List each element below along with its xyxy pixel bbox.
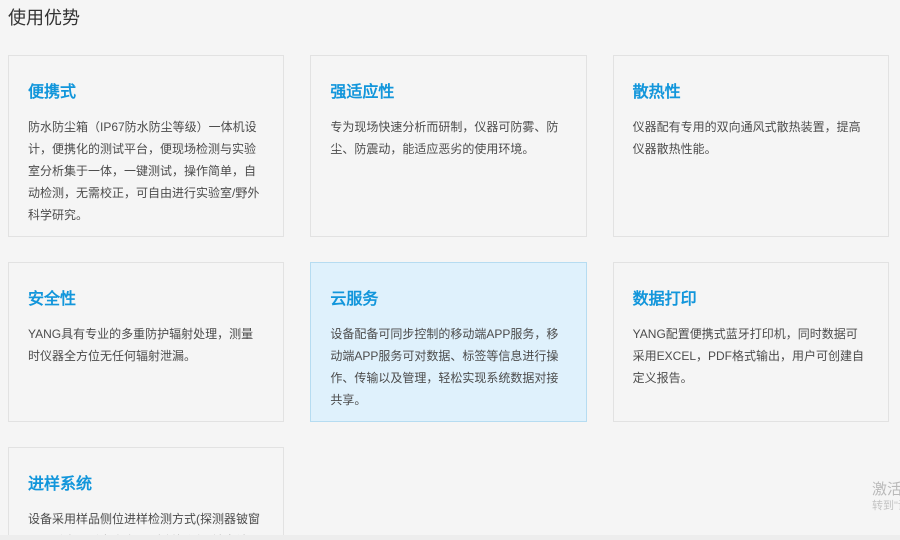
advantage-card-body: YANG具有专业的多重防护辐射处理，测量时仪器全方位无任何辐射泄漏。 (28, 323, 264, 367)
advantage-card[interactable]: 安全性 YANG具有专业的多重防护辐射处理，测量时仪器全方位无任何辐射泄漏。 (8, 262, 284, 422)
advantage-card-body: 设备配备可同步控制的移动端APP服务，移动端APP服务可对数据、标签等信息进行操… (330, 323, 566, 411)
advantage-card[interactable]: 进样系统 设备采用样品侧位进样检测方式(探测器铍窗平面垂直于重力方向)，降低探测… (8, 447, 284, 540)
footer-divider (0, 535, 900, 540)
advantage-card-body: 仪器配有专用的双向通风式散热装置，提高仪器散热性能。 (633, 116, 869, 160)
advantage-card-title: 云服务 (330, 291, 566, 308)
section-title: 使用优势 (8, 6, 889, 30)
advantage-card[interactable]: 散热性 仪器配有专用的双向通风式散热装置，提高仪器散热性能。 (613, 55, 889, 237)
advantage-card-title: 散热性 (633, 84, 869, 101)
advantage-card[interactable]: 云服务 设备配备可同步控制的移动端APP服务，移动端APP服务可对数据、标签等信… (310, 262, 586, 422)
advantage-card[interactable]: 数据打印 YANG配置便携式蓝牙打印机，同时数据可采用EXCEL，PDF格式输出… (613, 262, 889, 422)
advantage-card-title: 便携式 (28, 84, 264, 101)
advantage-card-title: 进样系统 (28, 476, 264, 493)
advantages-grid: 便携式 防水防尘箱（IP67防水防尘等级）一体机设计，便携化的测试平台，便现场检… (8, 55, 889, 540)
advantage-card[interactable]: 便携式 防水防尘箱（IP67防水防尘等级）一体机设计，便携化的测试平台，便现场检… (8, 55, 284, 237)
advantage-card-body: YANG配置便携式蓝牙打印机，同时数据可采用EXCEL，PDF格式输出，用户可创… (633, 323, 869, 389)
advantage-card-title: 安全性 (28, 291, 264, 308)
advantage-card-body: 专为现场快速分析而研制，仪器可防雾、防尘、防震动，能适应恶劣的使用环境。 (330, 116, 566, 160)
advantage-card-body: 防水防尘箱（IP67防水防尘等级）一体机设计，便携化的测试平台，便现场检测与实验… (28, 116, 264, 226)
advantage-card-title: 数据打印 (633, 291, 869, 308)
advantage-card-title: 强适应性 (330, 84, 566, 101)
usage-advantages-section: 使用优势 便携式 防水防尘箱（IP67防水防尘等级）一体机设计，便携化的测试平台… (0, 0, 900, 540)
advantage-card[interactable]: 强适应性 专为现场快速分析而研制，仪器可防雾、防尘、防震动，能适应恶劣的使用环境… (310, 55, 586, 237)
